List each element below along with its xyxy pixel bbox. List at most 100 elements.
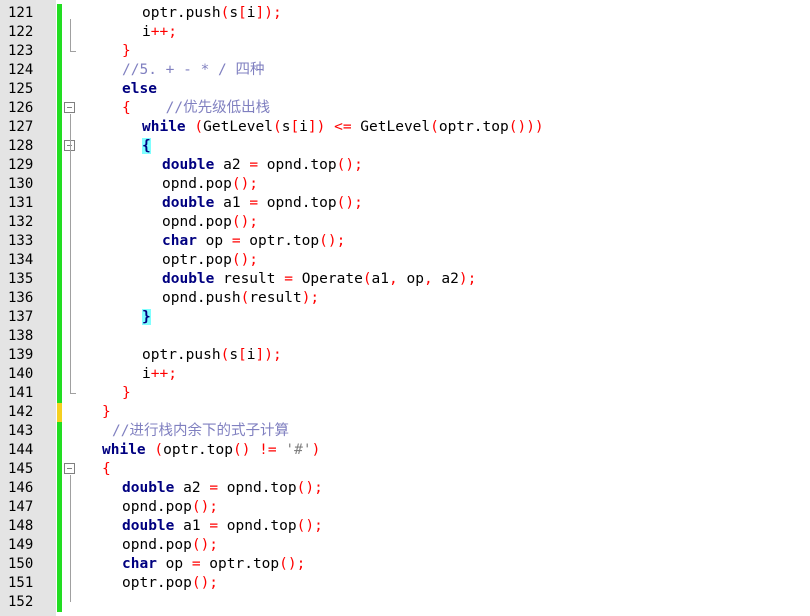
code-text: opnd.push(result); xyxy=(162,289,319,308)
code-line[interactable]: 124 //5. + - * / 四种 xyxy=(0,61,810,80)
code-token: () xyxy=(232,442,251,458)
code-token: (); xyxy=(319,233,346,249)
code-line[interactable]: 148 double a1 = opnd.top(); xyxy=(0,517,810,536)
code-token: ( xyxy=(220,347,230,363)
code-line[interactable]: 129 double a2 = opnd.top(); xyxy=(0,156,810,175)
code-token: op xyxy=(196,233,232,249)
code-token: = xyxy=(284,271,293,287)
change-bar xyxy=(57,251,62,270)
change-bar xyxy=(57,555,62,574)
code-token: [ xyxy=(238,347,247,363)
fold-guide-line xyxy=(70,475,71,602)
code-line[interactable]: 133 char op = optr.top(); xyxy=(0,232,810,251)
code-token: i xyxy=(246,347,256,363)
code-token: (); xyxy=(296,480,323,496)
code-editor[interactable]: 121 optr.push(s[i]); 122 i++; 123} 124//5. + … xyxy=(0,0,810,616)
change-bar xyxy=(57,270,62,289)
code-token: i xyxy=(246,5,256,21)
code-token: op xyxy=(397,271,424,287)
code-token: s xyxy=(229,347,239,363)
change-bar xyxy=(57,327,62,346)
line-number: 137 xyxy=(8,309,34,325)
code-text: } xyxy=(102,403,111,422)
code-line[interactable]: 131 double a1 = opnd.top(); xyxy=(0,194,810,213)
code-token: opnd.top xyxy=(218,480,297,496)
keyword-token: double xyxy=(122,518,175,534)
code-line[interactable]: 142} xyxy=(0,403,810,422)
code-line[interactable]: 126 { //优先级低出栈 xyxy=(0,99,810,118)
keyword-token: char xyxy=(162,233,197,249)
code-line[interactable]: 134 optr.pop(); xyxy=(0,251,810,270)
code-line[interactable]: 122 i++; xyxy=(0,23,810,42)
code-line[interactable]: 135 double result = Operate(a1, op, a2); xyxy=(0,270,810,289)
code-line[interactable]: 149 opnd.pop(); xyxy=(0,536,810,555)
code-line[interactable]: 146 double a2 = opnd.top(); xyxy=(0,479,810,498)
code-text: char op = optr.top(); xyxy=(122,555,305,574)
code-token: ]) xyxy=(307,119,326,135)
code-token: op xyxy=(156,556,192,572)
fold-collapse-icon[interactable] xyxy=(64,463,75,474)
change-bar xyxy=(57,232,62,251)
code-line[interactable]: 141} xyxy=(0,384,810,403)
code-line[interactable]: 136 opnd.push(result); xyxy=(0,289,810,308)
matched-brace: { xyxy=(142,138,151,154)
keyword-token: double xyxy=(162,195,215,211)
line-number: 126 xyxy=(8,100,34,116)
code-token: i xyxy=(299,119,308,135)
code-line[interactable]: 147 opnd.pop(); xyxy=(0,498,810,517)
code-line[interactable]: 151 optr.pop(); xyxy=(0,574,810,593)
change-bar xyxy=(57,536,62,555)
code-line[interactable]: 130 opnd.pop(); xyxy=(0,175,810,194)
fold-collapse-icon[interactable] xyxy=(64,102,75,113)
code-token: opnd.top xyxy=(218,518,297,534)
code-token: (); xyxy=(231,214,259,230)
line-number: 141 xyxy=(8,385,34,401)
keyword-token: double xyxy=(162,271,215,287)
code-token: (); xyxy=(336,195,363,211)
code-token: a2 xyxy=(214,157,250,173)
code-token: ( xyxy=(430,119,439,135)
code-line[interactable]: 140 i++; xyxy=(0,365,810,384)
code-line[interactable]: 138 xyxy=(0,327,810,346)
code-token: { xyxy=(102,461,111,477)
code-text: i++; xyxy=(142,23,177,42)
change-bar xyxy=(57,422,62,441)
code-line[interactable]: 123} xyxy=(0,42,810,61)
code-token: ( xyxy=(194,119,204,135)
code-token: (); xyxy=(191,537,219,553)
code-line[interactable]: 139 optr.push(s[i]); xyxy=(0,346,810,365)
code-token: (); xyxy=(191,499,219,515)
code-text: } xyxy=(142,308,151,327)
code-token: = xyxy=(249,195,259,211)
code-token: ())) xyxy=(508,119,544,135)
code-token: a1 xyxy=(214,195,250,211)
code-line[interactable]: 128 { xyxy=(0,137,810,156)
code-line[interactable]: 125 else xyxy=(0,80,810,99)
code-line[interactable]: 145 { xyxy=(0,460,810,479)
code-token: , xyxy=(389,271,398,287)
code-token: s xyxy=(229,5,239,21)
code-token: ( xyxy=(154,442,164,458)
code-line[interactable]: 121 optr.push(s[i]); xyxy=(0,4,810,23)
change-bar xyxy=(57,384,62,403)
code-line[interactable]: 144 while (optr.top() != '#') xyxy=(0,441,810,460)
code-line[interactable]: 132 opnd.pop(); xyxy=(0,213,810,232)
change-bar xyxy=(57,479,62,498)
code-line[interactable]: 152 xyxy=(0,593,810,612)
line-number: 129 xyxy=(8,157,34,173)
code-token: GetLevel xyxy=(351,119,431,135)
line-number: 144 xyxy=(8,442,34,458)
code-token: [ xyxy=(238,5,247,21)
code-text: } xyxy=(122,42,131,61)
code-text: optr.pop(); xyxy=(162,251,258,270)
line-number: 121 xyxy=(8,5,34,21)
code-line[interactable]: 150 char op = optr.top(); xyxy=(0,555,810,574)
code-token: } xyxy=(122,385,131,401)
code-line[interactable]: 143 //进行栈内余下的式子计算 xyxy=(0,422,810,441)
code-token: GetLevel xyxy=(203,119,273,135)
code-text: { //优先级低出栈 xyxy=(122,99,270,118)
code-token: optr.push xyxy=(142,5,221,21)
change-bar xyxy=(57,194,62,213)
code-line[interactable]: 127 while (GetLevel(s[i]) <= GetLevel(opt… xyxy=(0,118,810,137)
code-line[interactable]: 137} xyxy=(0,308,810,327)
